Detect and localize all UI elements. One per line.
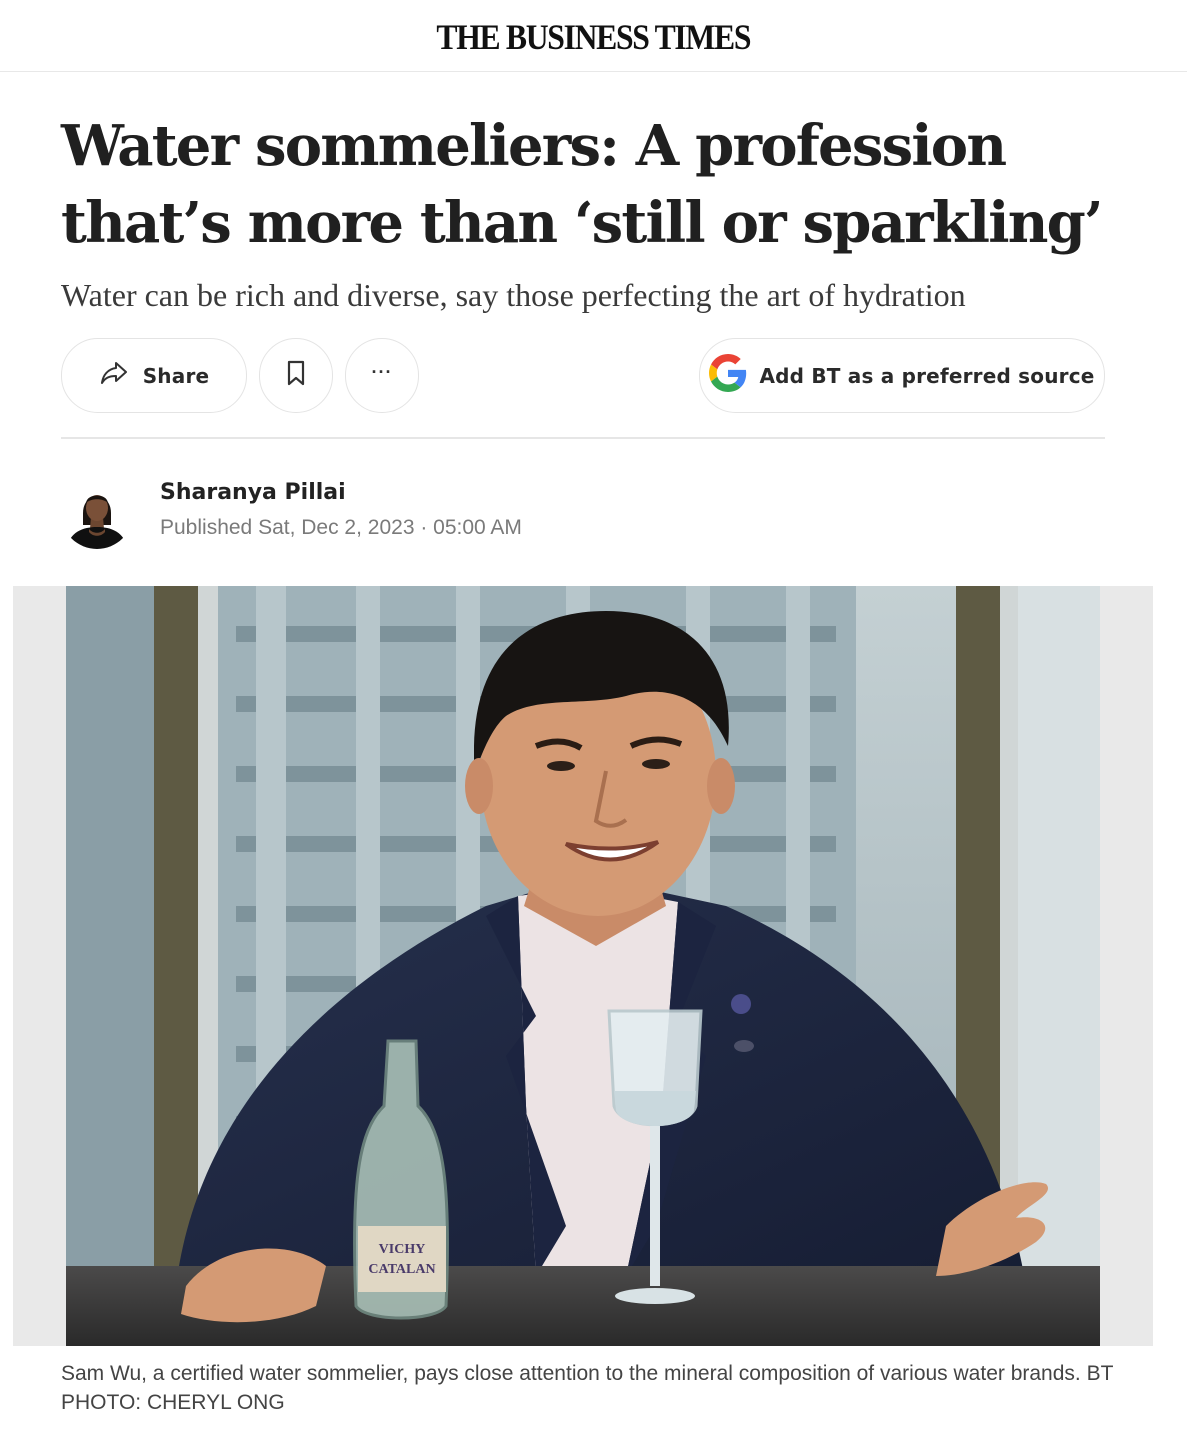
bottle-label-line1: VICHY (379, 1242, 426, 1257)
share-button[interactable]: Share (61, 338, 247, 413)
add-preferred-source-label: Add BT as a preferred source (759, 363, 1095, 388)
site-logo[interactable]: THE BUSINESS TIMES (437, 16, 752, 58)
author-avatar[interactable] (61, 477, 133, 549)
bookmark-button[interactable] (259, 338, 333, 413)
masthead: THE BUSINESS TIMES (0, 0, 1187, 72)
add-preferred-source-button[interactable]: Add BT as a preferred source (699, 338, 1105, 413)
share-button-label: Share (142, 363, 210, 388)
article-subheadline: Water can be rich and diverse, say those… (61, 277, 966, 313)
share-icon (99, 360, 129, 391)
more-icon: ··· (371, 362, 393, 382)
hero-photo: VICHY CATALAN (66, 586, 1100, 1346)
article-headline: Water sommeliers: A profession that’s mo… (61, 113, 1104, 256)
published-date: Published Sat, Dec 2, 2023 · 05:00 AM (160, 516, 522, 539)
author-name[interactable]: Sharanya Pillai (160, 480, 346, 505)
hero-image-frame: VICHY CATALAN (13, 586, 1153, 1346)
bookmark-icon (285, 359, 307, 392)
divider (61, 437, 1105, 439)
google-g-icon (709, 354, 747, 397)
more-options-button[interactable]: ··· (345, 338, 419, 413)
image-caption: Sam Wu, a certified water sommelier, pay… (61, 1362, 1114, 1414)
bottle-label-line2: CATALAN (368, 1262, 435, 1277)
